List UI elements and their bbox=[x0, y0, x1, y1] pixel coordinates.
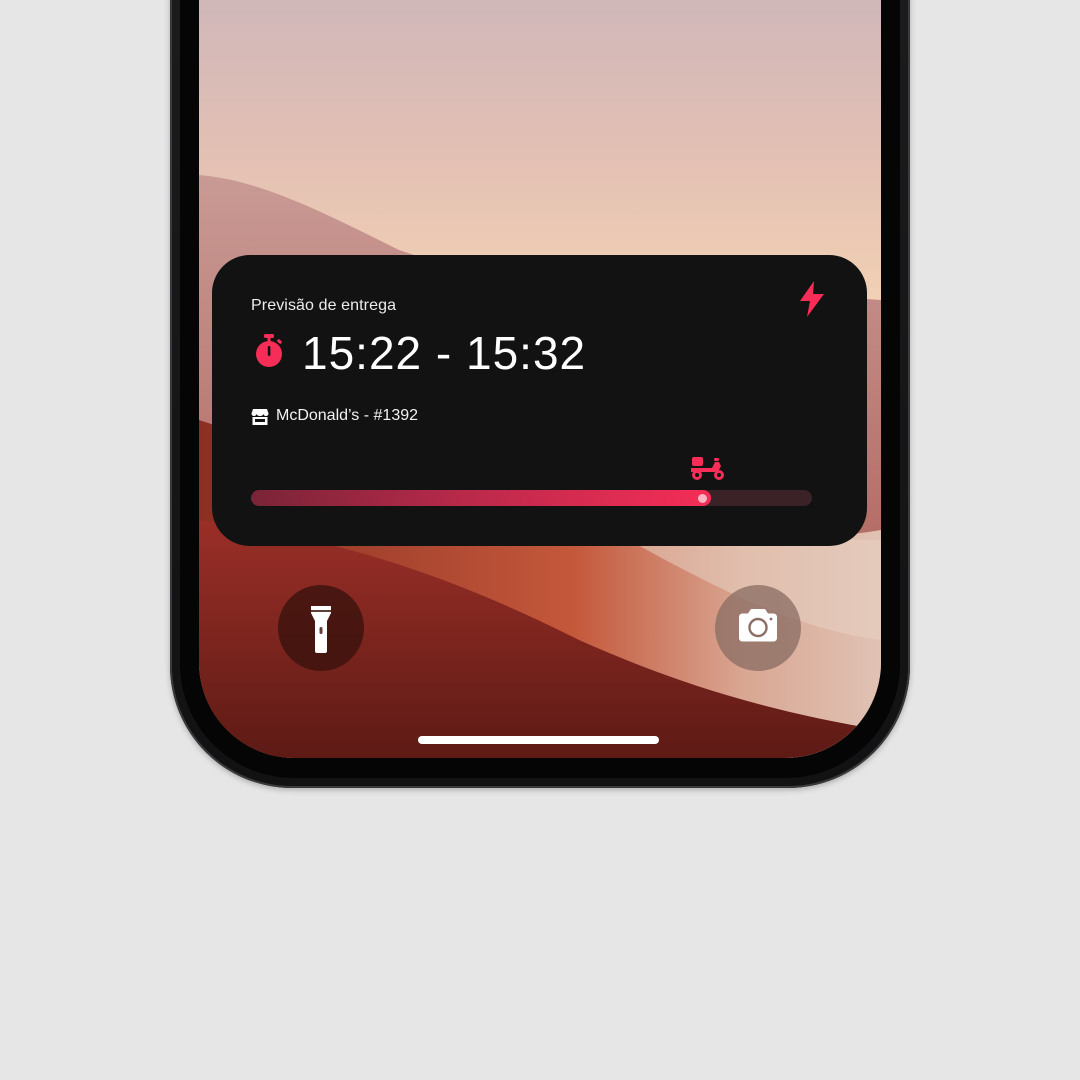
device-stage: Previsão de entrega 15:22 - 15:32 McDona… bbox=[0, 0, 1080, 1080]
delivery-progress-knob bbox=[698, 494, 707, 503]
scooter-icon bbox=[691, 457, 724, 480]
store-name: McDonald’s - #1392 bbox=[276, 407, 419, 424]
eta-time-range: 15:22 - 15:32 bbox=[302, 327, 587, 379]
stopwatch-icon bbox=[256, 334, 282, 367]
storefront-icon bbox=[251, 409, 269, 425]
camera-button[interactable] bbox=[715, 585, 801, 671]
flashlight-button[interactable] bbox=[278, 585, 364, 671]
flashlight-icon bbox=[311, 606, 331, 653]
delivery-progress-bar bbox=[251, 490, 812, 506]
lightning-bolt-icon bbox=[800, 281, 824, 317]
home-indicator[interactable] bbox=[418, 736, 659, 744]
delivery-progress-fill bbox=[251, 490, 711, 506]
camera-icon bbox=[739, 609, 777, 642]
eta-label: Previsão de entrega bbox=[251, 297, 397, 314]
delivery-live-activity[interactable]: Previsão de entrega 15:22 - 15:32 McDona… bbox=[212, 255, 867, 546]
